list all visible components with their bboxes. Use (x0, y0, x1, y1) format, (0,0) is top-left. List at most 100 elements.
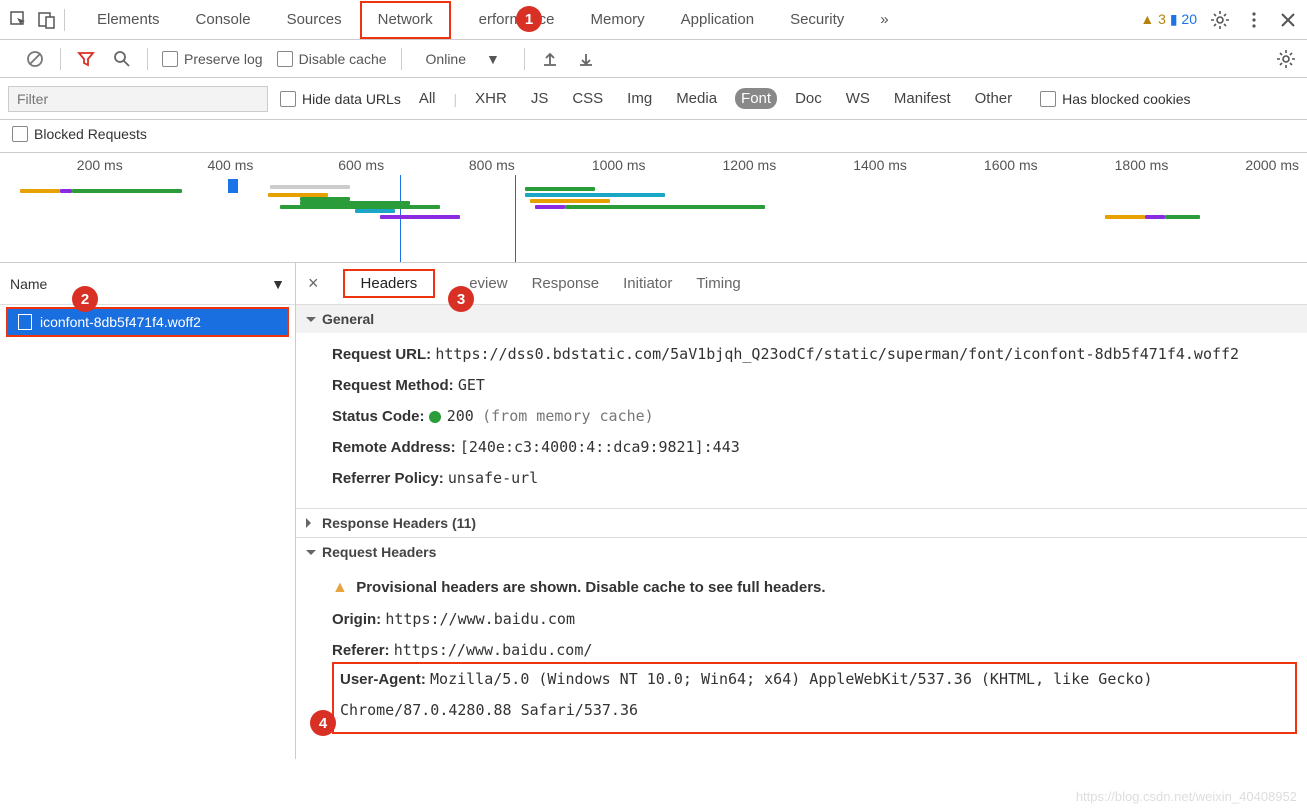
timeline-bar (525, 193, 665, 197)
timeline-bar (60, 189, 72, 193)
section-title: Response Headers (11) (322, 515, 476, 531)
warnings-count[interactable]: ▲ 3 ▮ 20 (1140, 11, 1197, 28)
network-split: Name ▼ iconfont-8db5f471f4.woff2 × Heade… (0, 263, 1307, 759)
filter-type-js[interactable]: JS (525, 88, 555, 109)
tab-elements[interactable]: Elements (79, 0, 178, 40)
hide-data-urls-label: Hide data URLs (302, 91, 401, 107)
status-code-value: 200 (447, 407, 474, 425)
tab-headers[interactable]: Headers (343, 269, 436, 298)
throttling-label: Online (426, 51, 466, 67)
filter-type-img[interactable]: Img (621, 88, 658, 109)
timeline-bar (1165, 215, 1200, 219)
tab-initiator[interactable]: Initiator (623, 275, 672, 292)
timeline-bar (20, 189, 60, 193)
origin-value: https://www.baidu.com (385, 610, 575, 628)
close-icon[interactable] (1277, 9, 1299, 31)
warning-icon: ▲ (332, 579, 348, 596)
tab-sources[interactable]: Sources (269, 0, 360, 40)
tick: 600 ms (261, 157, 392, 173)
tabs-overflow-icon[interactable]: » (862, 0, 906, 40)
section-general-toggle[interactable]: General (296, 305, 1307, 333)
request-list-header[interactable]: Name ▼ (0, 263, 295, 305)
download-icon[interactable] (575, 48, 597, 70)
gear-icon[interactable] (1275, 48, 1297, 70)
tick: 200 ms (0, 157, 131, 173)
filter-type-font[interactable]: Font (735, 88, 777, 109)
tab-application[interactable]: Application (663, 0, 772, 40)
separator (64, 9, 65, 31)
filter-type-ws[interactable]: WS (840, 88, 876, 109)
tab-timing[interactable]: Timing (696, 275, 740, 292)
timeline-bar (1145, 215, 1165, 219)
topbar-right: ▲ 3 ▮ 20 (1140, 9, 1299, 31)
annotation-badge-3: 3 (448, 286, 474, 312)
name-column-header: Name (10, 276, 47, 292)
request-url-label: Request URL: (332, 346, 431, 363)
chevron-down-icon: ▼ (271, 276, 285, 292)
network-toolbar: Preserve log Disable cache Online▼ (0, 40, 1307, 78)
tab-security[interactable]: Security (772, 0, 862, 40)
inspect-icon[interactable] (8, 9, 30, 31)
filter-type-css[interactable]: CSS (566, 88, 609, 109)
tab-response[interactable]: Response (532, 275, 600, 292)
search-icon[interactable] (111, 48, 133, 70)
annotation-badge-1: 1 (516, 6, 542, 32)
disable-cache-label: Disable cache (299, 51, 387, 67)
separator (401, 48, 402, 70)
upload-icon[interactable] (539, 48, 561, 70)
tab-network[interactable]: Network (360, 1, 451, 39)
preserve-log-label: Preserve log (184, 51, 263, 67)
timeline-bar (525, 187, 595, 191)
blocked-requests-row: Blocked Requests (0, 120, 1307, 153)
close-detail-icon[interactable]: × (308, 273, 319, 294)
kebab-icon[interactable] (1243, 9, 1265, 31)
hide-data-urls-checkbox[interactable]: Hide data URLs (280, 91, 401, 107)
tab-preview[interactable]: eview (469, 275, 507, 292)
tick: 400 ms (131, 157, 262, 173)
throttling-select[interactable]: Online▼ (416, 51, 510, 67)
tick: 1000 ms (523, 157, 654, 173)
tab-memory[interactable]: Memory (573, 0, 663, 40)
status-code-note: (from memory cache) (482, 407, 654, 425)
filter-input[interactable] (8, 86, 268, 112)
request-list-pane: Name ▼ iconfont-8db5f471f4.woff2 (0, 263, 296, 759)
remote-address-value: [240e:c3:4000:4::dca9:9821]:443 (460, 438, 740, 456)
has-blocked-cookies-checkbox[interactable]: Has blocked cookies (1040, 91, 1190, 107)
tab-console[interactable]: Console (178, 0, 269, 40)
timeline-bar (535, 205, 565, 209)
timeline-overview[interactable]: 200 ms 400 ms 600 ms 800 ms 1000 ms 1200… (0, 153, 1307, 263)
gear-icon[interactable] (1209, 9, 1231, 31)
filter-type-media[interactable]: Media (670, 88, 723, 109)
timeline-bar (270, 185, 350, 189)
section-request-headers-toggle[interactable]: Request Headers (296, 538, 1307, 566)
preserve-log-checkbox[interactable]: Preserve log (162, 51, 263, 67)
filter-type-doc[interactable]: Doc (789, 88, 828, 109)
triangle-right-icon (306, 518, 316, 528)
tick: 800 ms (392, 157, 523, 173)
clear-icon[interactable] (24, 48, 46, 70)
tab-performance[interactable]: erformance (451, 0, 573, 40)
section-response-headers-toggle[interactable]: Response Headers (11) (296, 509, 1307, 537)
separator (60, 48, 61, 70)
separator (147, 48, 148, 70)
filter-type-xhr[interactable]: XHR (469, 88, 513, 109)
filter-icon[interactable] (75, 48, 97, 70)
filter-type-other[interactable]: Other (969, 88, 1019, 109)
timeline-handle[interactable] (228, 179, 238, 193)
panel-tabs: Elements Console Sources Network erforma… (79, 0, 907, 39)
request-name: iconfont-8db5f471f4.woff2 (40, 314, 201, 330)
filter-type-all[interactable]: All (413, 88, 442, 109)
blocked-requests-checkbox[interactable]: Blocked Requests (12, 126, 1295, 142)
device-toggle-icon[interactable] (36, 9, 58, 31)
request-method-label: Request Method: (332, 377, 454, 394)
user-agent-value: Mozilla/5.0 (Windows NT 10.0; Win64; x64… (340, 670, 1152, 719)
request-row-iconfont[interactable]: iconfont-8db5f471f4.woff2 (6, 307, 289, 337)
status-dot-icon (429, 411, 441, 423)
disable-cache-checkbox[interactable]: Disable cache (277, 51, 387, 67)
filter-type-manifest[interactable]: Manifest (888, 88, 957, 109)
triangle-down-icon (306, 550, 316, 560)
tick: 1400 ms (784, 157, 915, 173)
annotation-badge-2: 2 (72, 286, 98, 312)
request-url-value: https://dss0.bdstatic.com/5aV1bjqh_Q23od… (435, 345, 1239, 363)
timeline-bar (355, 209, 395, 213)
